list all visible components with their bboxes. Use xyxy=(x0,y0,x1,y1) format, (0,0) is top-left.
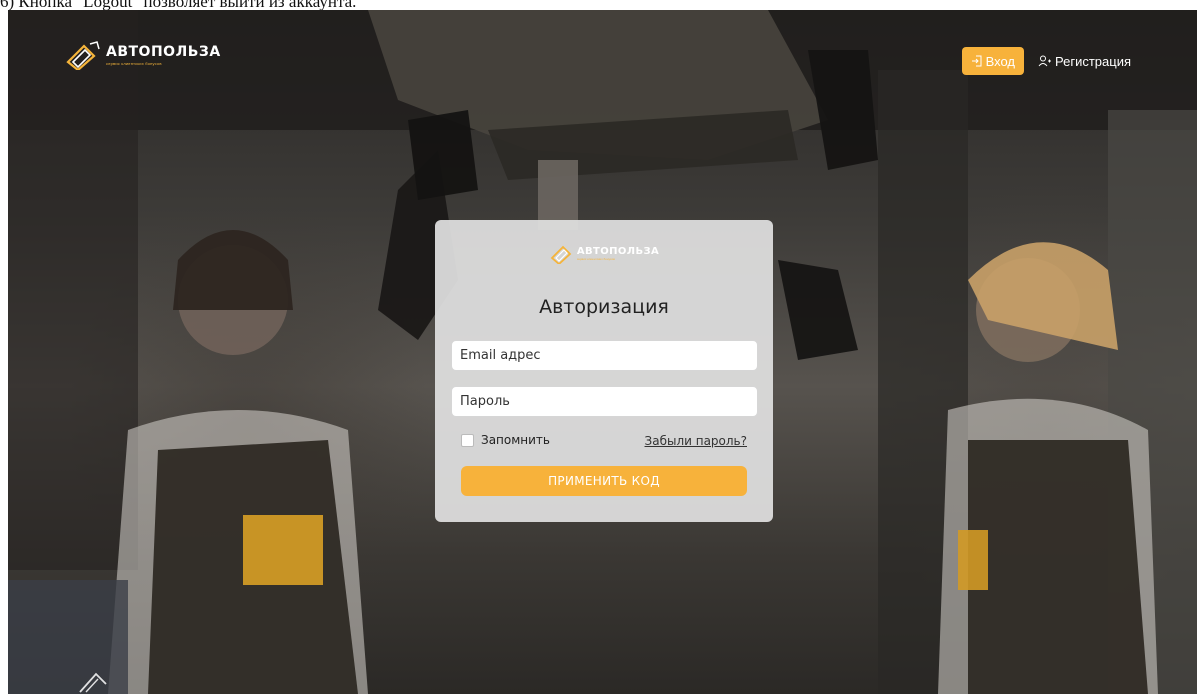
register-button[interactable]: Регистрация xyxy=(1034,54,1135,69)
remember-checkbox[interactable] xyxy=(461,433,474,447)
submit-button[interactable]: ПРИМЕНИТЬ КОД xyxy=(461,466,747,496)
login-label: Вход xyxy=(985,53,1015,69)
top-nav: Вход Регистрация xyxy=(961,47,1135,75)
register-label: Регистрация xyxy=(1055,53,1131,69)
header-logo[interactable]: АВТОПОЛЬЗА сервис клиентских бонусов xyxy=(64,40,221,70)
auth-card: АВТОПОЛЬЗА сервис клиентских бонусов Авт… xyxy=(435,220,773,522)
card-logo-subtitle: сервис клиентских бонусов xyxy=(576,256,615,261)
logo-title: АВТОПОЛЬЗА xyxy=(106,44,221,60)
password-field[interactable] xyxy=(451,386,758,417)
page-title: Авторизация xyxy=(539,296,669,318)
wrench-card-icon xyxy=(550,245,572,264)
footer-logo-icon xyxy=(79,672,107,693)
login-button[interactable]: Вход xyxy=(961,47,1024,75)
forgot-password-link[interactable]: Забыли пароль? xyxy=(645,434,747,448)
remember-label: Запомнить xyxy=(481,433,550,447)
logo-subtitle: сервис клиентских бонусов xyxy=(106,61,162,66)
document-caption: 6) Кнопка "Logout" позволяет выйти из ак… xyxy=(0,0,357,10)
wrench-card-icon xyxy=(66,41,100,70)
login-icon xyxy=(971,55,982,67)
card-logo: АВТОПОЛЬЗА сервис клиентских бонусов xyxy=(435,242,773,264)
user-plus-icon xyxy=(1038,55,1051,67)
remember-control[interactable]: Запомнить xyxy=(461,433,550,447)
login-screen: АВТОПОЛЬЗА сервис клиентских бонусов Вхо… xyxy=(8,10,1197,694)
card-logo-title: АВТОПОЛЬЗА xyxy=(576,245,660,257)
email-field[interactable] xyxy=(451,340,758,371)
